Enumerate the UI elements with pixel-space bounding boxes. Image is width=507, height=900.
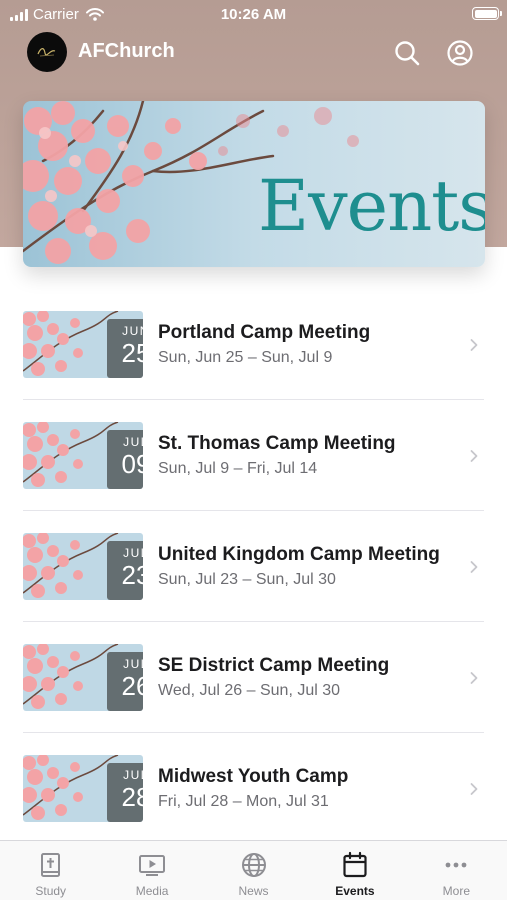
event-thumbnail: JUL28 xyxy=(23,755,143,822)
banner-title: Events xyxy=(258,165,485,247)
tab-news[interactable]: News xyxy=(203,841,304,900)
chevron-right-icon xyxy=(470,783,478,795)
event-row[interactable]: JUL28 Midwest Youth Camp Fri, Jul 28 – Mon… xyxy=(0,733,507,844)
event-day: 23 xyxy=(121,560,143,590)
tab-events[interactable]: Events xyxy=(304,841,405,900)
chevron-right-icon xyxy=(470,339,478,351)
event-date-range: Fri, Jul 28 – Mon, Jul 31 xyxy=(158,793,329,810)
event-date-badge: JUL26 xyxy=(107,652,143,711)
search-button[interactable] xyxy=(392,38,422,68)
tab-label: Media xyxy=(135,884,169,898)
event-month: JUL xyxy=(123,768,143,782)
event-row[interactable]: JUL09 St. Thomas Camp Meeting Sun, Jul 9 –… xyxy=(0,400,507,511)
account-button[interactable] xyxy=(445,38,475,68)
event-day: 09 xyxy=(121,449,143,479)
logo-mark-icon xyxy=(37,48,56,57)
more-dots-icon xyxy=(445,862,467,868)
tab-media[interactable]: Media xyxy=(101,841,202,900)
event-day: 26 xyxy=(121,671,143,701)
event-date-badge: JUN25 xyxy=(107,319,143,378)
event-title: St. Thomas Camp Meeting xyxy=(158,433,396,454)
tab-label: News xyxy=(238,884,269,898)
event-date-range: Sun, Jul 9 – Fri, Jul 14 xyxy=(158,460,318,477)
event-row[interactable]: JUN25 Portland Camp Meeting Sun, Jun 25 – … xyxy=(0,289,507,400)
chevron-right-icon xyxy=(470,561,478,573)
tab-label: Study xyxy=(35,884,67,898)
event-date-range: Sun, Jun 25 – Sun, Jul 9 xyxy=(158,349,333,366)
app-header: AFChurch xyxy=(0,30,507,76)
status-time: 10:26 AM xyxy=(220,6,287,23)
event-thumbnail: JUN25 xyxy=(23,311,143,378)
status-bar: Carrier 10:26 AM xyxy=(0,0,507,30)
event-title: Midwest Youth Camp xyxy=(158,766,349,787)
event-title: SE District Camp Meeting xyxy=(158,655,390,676)
event-date-badge: JUL23 xyxy=(107,541,143,600)
app-title: AFChurch xyxy=(78,40,175,62)
event-row[interactable]: JUL26 SE District Camp Meeting Wed, Jul 26… xyxy=(0,622,507,733)
tab-study[interactable]: Study xyxy=(0,841,101,900)
bible-icon xyxy=(40,853,60,877)
event-day: 28 xyxy=(121,782,143,812)
tab-bar: Study Media News Events More xyxy=(0,840,507,900)
event-month: JUL xyxy=(123,435,143,449)
event-date-badge: JUL09 xyxy=(107,430,143,489)
events-screen: Carrier 10:26 AM AFChurch Events JU 2 Po… xyxy=(0,0,507,900)
event-thumbnail: JUL09 xyxy=(23,422,143,489)
event-title: United Kingdom Camp Meeting xyxy=(158,544,440,565)
church-logo[interactable] xyxy=(27,32,67,72)
event-month: JUN xyxy=(122,324,143,338)
globe-icon xyxy=(241,853,266,877)
event-month: JUL xyxy=(123,657,143,671)
tab-label: More xyxy=(442,884,470,898)
event-date-badge: JUL28 xyxy=(107,763,143,822)
calendar-icon xyxy=(343,851,367,878)
events-banner: Events xyxy=(23,101,485,267)
chevron-right-icon xyxy=(470,672,478,684)
event-date-range: Sun, Jul 23 – Sun, Jul 30 xyxy=(158,571,336,588)
tab-label: Events xyxy=(335,884,375,898)
event-date-range: Wed, Jul 26 – Sun, Jul 30 xyxy=(158,682,341,699)
search-icon xyxy=(395,41,420,66)
event-row[interactable]: JUL23 United Kingdom Camp Meeting Sun, Jul… xyxy=(0,511,507,622)
tab-more[interactable]: More xyxy=(406,841,507,900)
event-thumbnail: JUL26 xyxy=(23,644,143,711)
event-title: Portland Camp Meeting xyxy=(158,322,371,343)
event-day: 25 xyxy=(121,338,143,368)
chevron-right-icon xyxy=(470,450,478,462)
account-icon xyxy=(447,40,473,66)
event-list: JUN25 Portland Camp Meeting Sun, Jun 25 – … xyxy=(0,289,507,844)
battery-icon xyxy=(472,7,502,20)
media-play-icon xyxy=(139,855,166,876)
event-month: JUL xyxy=(123,546,143,560)
event-thumbnail: JUL23 xyxy=(23,533,143,600)
